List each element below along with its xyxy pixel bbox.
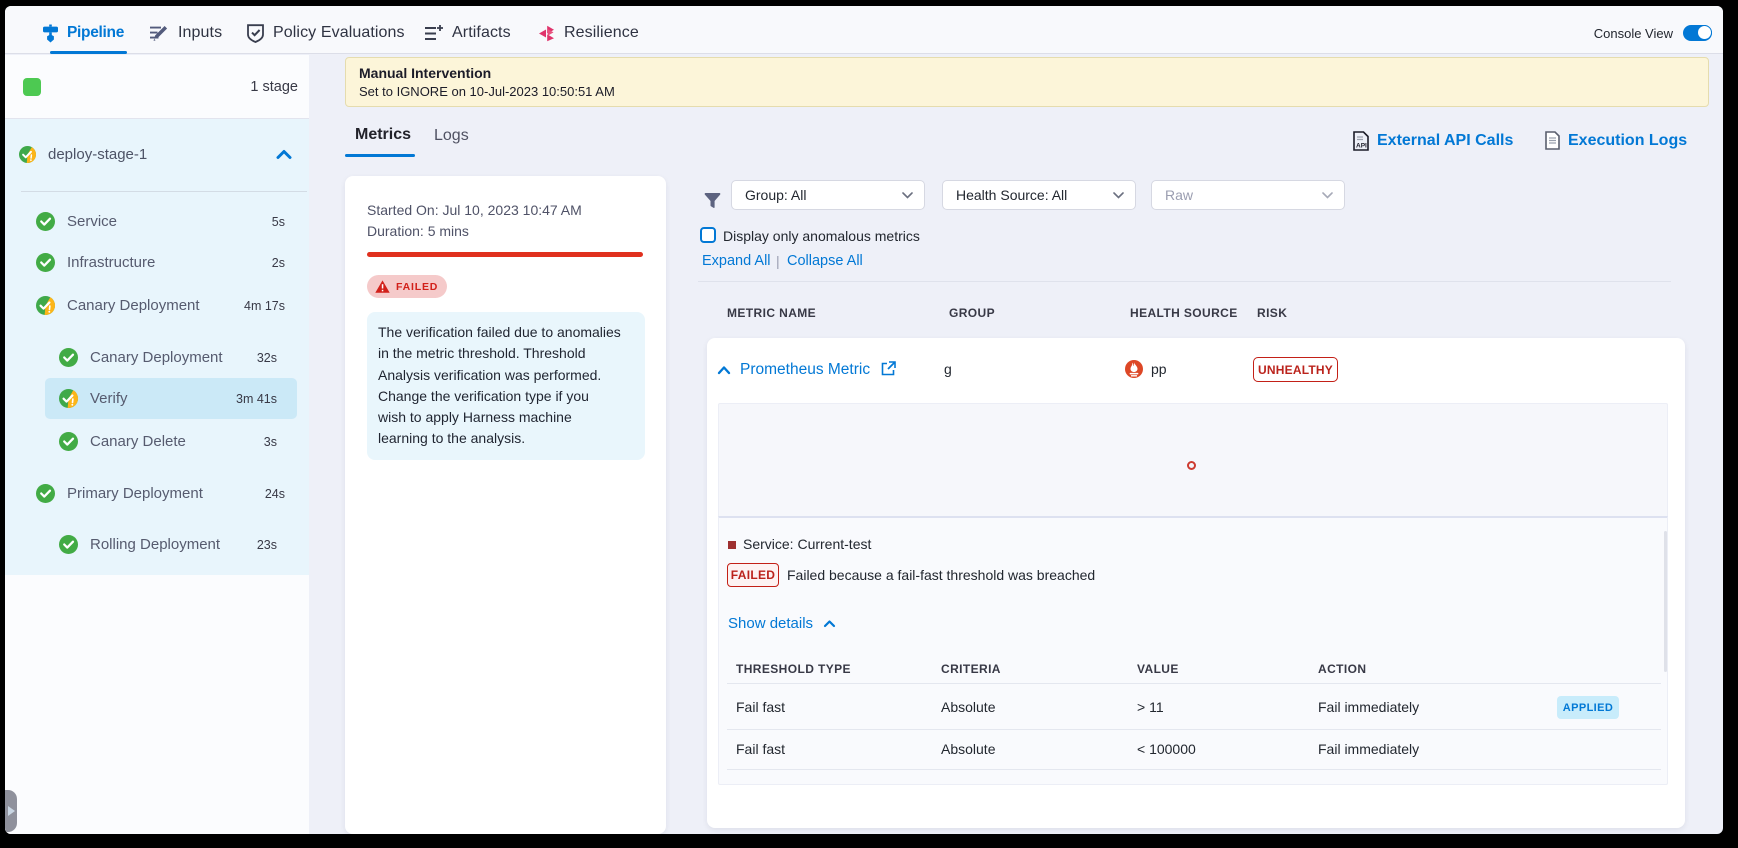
svg-text:API: API <box>1356 142 1367 149</box>
